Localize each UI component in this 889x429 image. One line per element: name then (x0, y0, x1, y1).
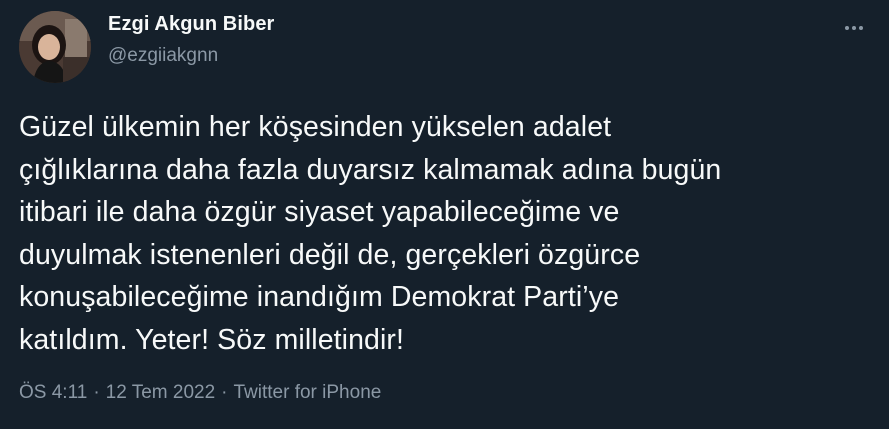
tweet-date: 12 Tem 2022 (105, 382, 216, 403)
tweet-text-line: çığlıklarına daha fazla duyarsız kalmama… (19, 153, 722, 186)
tweet-timestamp-link[interactable]: ÖS 4:11 · 12 Tem 2022 (19, 382, 215, 403)
author-handle[interactable]: @ezgiiakgnn (108, 45, 218, 67)
more-dot-1 (845, 26, 849, 30)
more-dot-2 (852, 26, 856, 30)
tweet-text-line: konuşabileceğime inandığım Demokrat Part… (19, 281, 620, 313)
tweet-text: Güzel ülkemin her köşesinden yükselen ad… (19, 106, 869, 361)
author-name[interactable]: Ezgi Akgun Biber (108, 13, 274, 36)
tweet-text-line: duyulmak istenenleri değil de, gerçekler… (19, 238, 641, 271)
tweet-source-link[interactable]: Twitter for iPhone (233, 382, 381, 403)
meta-separator: · (93, 382, 100, 403)
author-avatar[interactable] (19, 11, 91, 83)
tweet-time: ÖS 4:11 (19, 382, 88, 403)
tweet-text-line: itibari ile daha özgür siyaset yapabilec… (19, 196, 620, 228)
tweet-card: Ezgi Akgun Biber @ezgiiakgnn Güzel ülkem… (0, 0, 889, 429)
more-options-button[interactable] (838, 16, 870, 40)
tweet-text-line: Güzel ülkemin her köşesinden yükselen ad… (19, 111, 612, 143)
tweet-text-line: katıldım. Yeter! Söz milletindir! (19, 323, 405, 356)
meta-separator: · (221, 382, 228, 403)
more-dot-3 (859, 26, 863, 30)
profile-photo-icon (19, 11, 91, 83)
tweet-metadata: ÖS 4:11 · 12 Tem 2022 · Twitter for iPhone (19, 382, 381, 404)
